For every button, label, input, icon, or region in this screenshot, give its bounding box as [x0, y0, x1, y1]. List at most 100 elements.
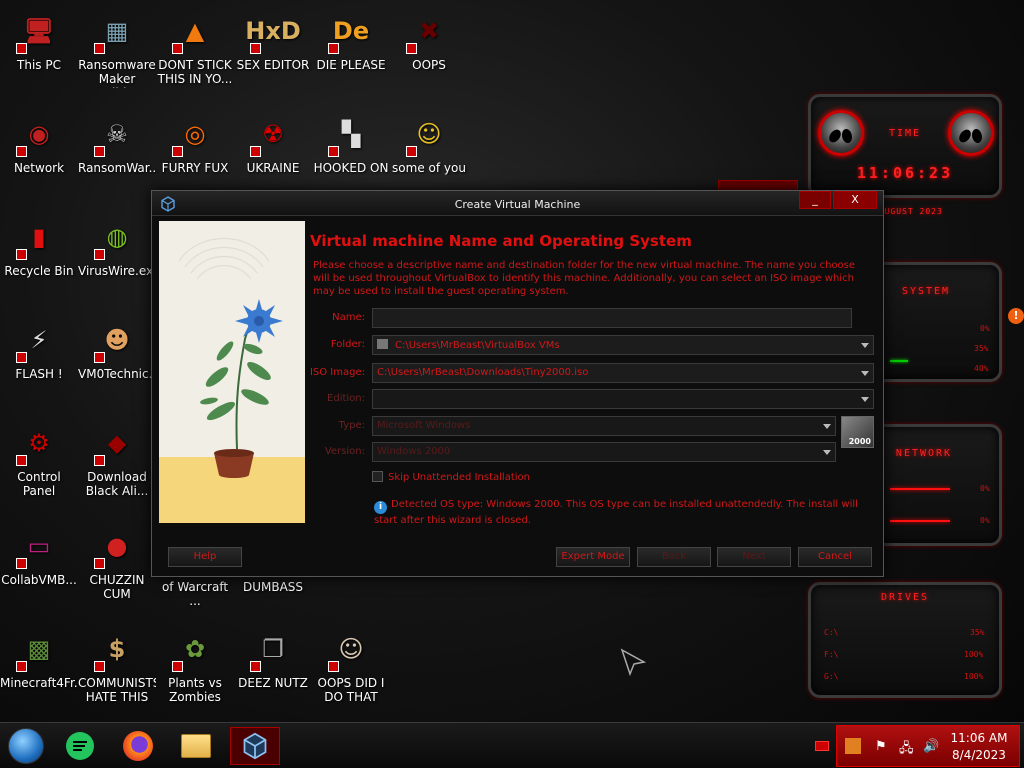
next-button[interactable]: Next	[717, 547, 791, 567]
shortcut-arrow-icon	[94, 352, 105, 363]
desktop-icon-network[interactable]: ◉ Network	[0, 111, 78, 175]
drive-label-g: G:\	[824, 672, 839, 681]
desktop-icon-ukraine[interactable]: ☢ UKRAINE	[234, 111, 312, 175]
desktop-icon-furry-fux[interactable]: ◎ FURRY FUX	[156, 111, 234, 175]
minimize-button[interactable]: _	[799, 191, 831, 209]
network-stat-2: 0%	[980, 516, 990, 525]
info-text: Detected OS type: Windows 2000. This OS …	[374, 499, 858, 526]
desktop-icon-flash[interactable]: ⚡ FLASH !	[0, 317, 78, 381]
cancel-button[interactable]: Cancel	[798, 547, 872, 567]
help-button[interactable]: Help	[168, 547, 242, 567]
desktop-icon-label: DUMBASS	[242, 580, 304, 594]
start-button[interactable]	[4, 727, 48, 765]
wizard-illustration	[159, 221, 305, 523]
desktop-icon-minecraft[interactable]: ▩ Minecraft4Fr...	[0, 626, 78, 690]
iso-image-select[interactable]: C:\Users\MrBeast\Downloads\Tiny2000.iso	[372, 363, 874, 383]
network-icon[interactable]: 🖧	[899, 739, 914, 761]
desktop-icon-some-of-you[interactable]: ☺ some of you	[390, 111, 468, 175]
oops-icon: ✖	[406, 8, 452, 54]
desktop-icon-chuzzin[interactable]: ● CHUZZIN CUM	[78, 523, 156, 601]
desktop-icon-label: some of you	[392, 161, 466, 175]
desktop-icon-deez-nutz[interactable]: ❐ DEEZ NUTZ	[234, 626, 312, 690]
iso-label: ISO Image:	[309, 367, 365, 378]
desktop-icon-viruswire[interactable]: ◍ VirusWire.exe	[78, 214, 156, 278]
download-black-icon: ◆	[94, 420, 140, 466]
viruswire-icon: ◍	[94, 214, 140, 260]
dialog-titlebar[interactable]: Create Virtual Machine _ X	[152, 191, 883, 216]
drive-label-f: F:\	[824, 650, 839, 659]
close-button[interactable]: X	[833, 191, 877, 209]
folder-select[interactable]: C:\Users\MrBeast\VirtualBox VMs	[372, 335, 874, 355]
skip-unattended-checkbox[interactable]: Skip Unattended Installation	[372, 471, 530, 483]
desktop-icon-recycle-bin[interactable]: ▮ Recycle Bin	[0, 214, 78, 278]
desktop-icon-ransomwar[interactable]: ☠ RansomWar...	[78, 111, 156, 175]
desktop-icon-label: UKRAINE	[246, 161, 300, 175]
chevron-down-icon	[861, 371, 869, 376]
oops-did-i-icon: ☺	[328, 626, 374, 672]
desktop-icon-warcraft[interactable]: of Warcraft ...	[156, 580, 234, 608]
desktop-icon-label: HOOKED ON	[313, 161, 389, 175]
taskbar-app-virtualbox[interactable]	[230, 727, 280, 765]
edition-label: Edition:	[327, 393, 365, 404]
collabvm-icon: ▭	[16, 523, 62, 569]
flower-pot-illustration	[159, 237, 305, 523]
info-icon: i	[374, 501, 387, 514]
desktop-icon-hooked-on[interactable]: ▚ HOOKED ON	[312, 111, 390, 175]
desktop-icon-sex-editor[interactable]: HxD SEX EDITOR	[234, 8, 312, 72]
back-button[interactable]: Back	[637, 547, 711, 567]
shortcut-arrow-icon	[94, 455, 105, 466]
show-hidden-icons-button[interactable]	[815, 741, 829, 751]
taskbar-clock[interactable]: 11:06 AM 8/4/2023	[943, 730, 1015, 764]
taskbar-app-explorer[interactable]	[174, 727, 218, 765]
desktop-icon-oops-did-i[interactable]: ☺ OOPS DID I DO THAT	[312, 626, 390, 704]
desktop-icon-dumbass[interactable]: DUMBASS	[234, 580, 312, 594]
taskbar-app-chat[interactable]	[58, 727, 102, 765]
shortcut-arrow-icon	[172, 43, 183, 54]
type-select[interactable]: Microsoft Windows	[372, 416, 836, 436]
time-title: TIME	[888, 128, 922, 139]
name-input[interactable]	[372, 308, 852, 328]
desktop-icon-vm0technic[interactable]: ☻ VM0Technic...	[78, 317, 156, 381]
desktop-icon-download-black[interactable]: ◆ Download Black Ali...	[78, 420, 156, 498]
this-pc-icon: 🖥	[16, 8, 62, 54]
network-stat-1: 0%	[980, 484, 990, 493]
edition-select[interactable]	[372, 389, 874, 409]
desktop-icon-control-panel[interactable]: ⚙ Control Panel	[0, 420, 78, 498]
page-description: Please choose a descriptive name and des…	[313, 260, 856, 297]
desktop-icon-die-please[interactable]: De DIE PLEASE	[312, 8, 390, 72]
shortcut-arrow-icon	[94, 249, 105, 260]
taskbar: ⚑ 🖧 🔊 11:06 AM 8/4/2023	[0, 722, 1024, 768]
virtualbox-icon	[243, 732, 267, 760]
folder-label: Folder:	[330, 339, 365, 350]
desktop-icon-label: DEEZ NUTZ	[238, 676, 308, 690]
volume-icon[interactable]: 🔊	[923, 739, 939, 754]
gadget-clock: 11:06:23	[856, 164, 954, 182]
shortcut-arrow-icon	[328, 661, 339, 672]
network-icon: ◉	[16, 111, 62, 157]
desktop-icon-label: Recycle Bin	[4, 264, 74, 278]
skip-unattended-label: Skip Unattended Installation	[388, 472, 530, 483]
desktop-icon-label: This PC	[17, 58, 61, 72]
tray-app-icon[interactable]	[845, 738, 861, 754]
shortcut-arrow-icon	[16, 352, 27, 363]
taskbar-app-firefox[interactable]	[116, 727, 160, 765]
network-title: NETWORK	[895, 448, 953, 459]
info-message: i Detected OS type: Windows 2000. This OS…	[374, 498, 874, 528]
expert-mode-button[interactable]: Expert Mode	[556, 547, 630, 567]
shortcut-arrow-icon	[16, 661, 27, 672]
drives-title: DRIVES	[880, 592, 930, 603]
flag-icon[interactable]: ⚑	[875, 739, 887, 754]
desktop-icon-collabvm[interactable]: ▭ CollabVMB...	[0, 523, 78, 587]
desktop-icon-ransomware-maker[interactable]: ▦ Ransomware Maker Build...	[78, 8, 156, 88]
desktop-icon-this-pc[interactable]: 🖥 This PC	[0, 8, 78, 72]
desktop-icon-dont-stick[interactable]: ▲ DONT STICK THIS IN YO...	[156, 8, 234, 86]
ransomware-maker-icon: ▦	[94, 8, 140, 54]
desktop-icon-oops[interactable]: ✖ OOPS	[390, 8, 468, 72]
chevron-down-icon	[861, 397, 869, 402]
desktop-icon-communists[interactable]: $ COMMUNISTS HATE THIS G...	[78, 626, 156, 706]
desktop-icon-plants-vs-zombies[interactable]: ✿ Plants vs Zombies	[156, 626, 234, 704]
version-select[interactable]: Windows 2000	[372, 442, 836, 462]
desktop-icon-label: VirusWire.exe	[78, 264, 156, 278]
checkbox-box[interactable]	[372, 471, 383, 482]
system-title: SYSTEM	[901, 286, 951, 297]
